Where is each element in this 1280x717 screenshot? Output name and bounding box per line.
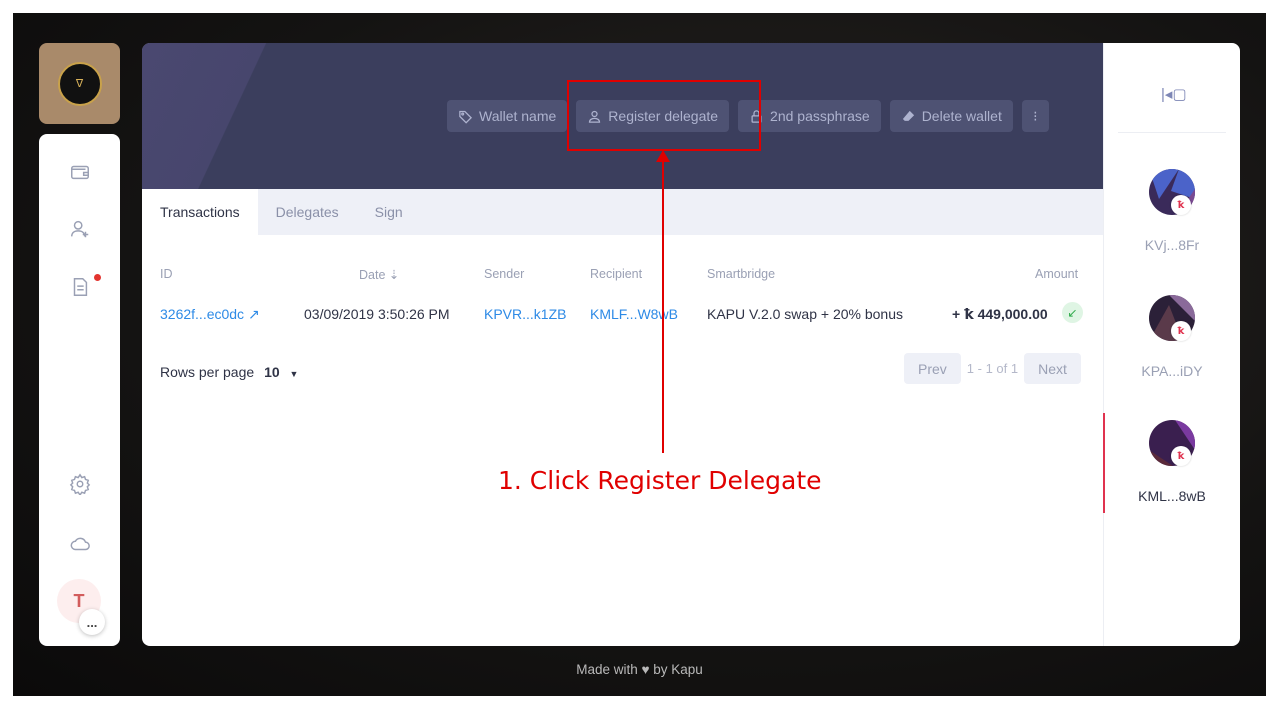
external-link-icon: ↗: [247, 306, 260, 322]
tag-icon: [459, 110, 473, 124]
add-contact-icon[interactable]: [39, 209, 120, 249]
collapse-sidebar-icon[interactable]: |◂▢: [1161, 85, 1187, 103]
sidebar-nav: T ...: [39, 134, 120, 646]
wallet-item-kvj[interactable]: ꝁ KVj...8Fr: [1104, 169, 1240, 253]
kapu-logo-emblem: ᐁ: [57, 61, 102, 106]
sort-desc-icon: ⇣: [388, 268, 400, 282]
rows-per-page-label: Rows per page: [160, 364, 255, 380]
eraser-icon: [902, 110, 914, 121]
more-dots-icon: ⁝: [1033, 107, 1038, 124]
rows-per-page[interactable]: Rows per page 10 ▼: [160, 364, 298, 380]
wallet-icon[interactable]: [39, 152, 120, 192]
wallet-item-kml[interactable]: ꝁ KML...8wB: [1104, 420, 1240, 504]
annotation-arrow-line: [662, 160, 664, 453]
settings-gear-icon[interactable]: [39, 464, 120, 504]
kapu-badge-icon: ꝁ: [1171, 321, 1191, 341]
cloud-icon[interactable]: [39, 524, 120, 564]
profile-more-button[interactable]: ...: [79, 609, 105, 635]
incoming-arrow-icon: ↙: [1062, 302, 1083, 323]
caret-down-icon: ▼: [289, 369, 299, 379]
footer: Made with ♥ by Kapu: [576, 662, 703, 677]
transaction-date: 03/09/2019 3:50:26 PM: [304, 306, 450, 322]
tab-delegates[interactable]: Delegates: [258, 189, 357, 235]
prev-page-button[interactable]: Prev: [904, 353, 961, 384]
wallet-name-label: Wallet name: [479, 108, 557, 124]
wallet-tabs: Transactions Delegates Sign: [142, 189, 1103, 235]
column-id[interactable]: ID: [160, 267, 173, 281]
wallet-name: KML...8wB: [1138, 488, 1206, 504]
transaction-recipient-link[interactable]: KMLF...W8wB: [590, 306, 678, 322]
heading-decoration: [142, 43, 280, 189]
kapu-badge-icon: ꝁ: [1171, 446, 1191, 466]
transaction-sender-link[interactable]: KPVR...k1ZB: [484, 306, 566, 322]
tab-transactions[interactable]: Transactions: [142, 189, 258, 235]
column-amount[interactable]: Amount: [1035, 267, 1078, 281]
kapu-badge-icon: ꝁ: [1171, 195, 1191, 215]
page-info: 1 - 1 of 1: [966, 361, 1019, 376]
notification-dot: [94, 274, 101, 281]
transaction-id-link[interactable]: 3262f...ec0dc ↗: [160, 306, 260, 323]
annotation-highlight-box: [567, 80, 761, 151]
pagination: Prev 1 - 1 of 1 Next: [904, 353, 1081, 384]
tab-sign[interactable]: Sign: [357, 189, 421, 235]
column-date[interactable]: Date ⇣: [359, 267, 399, 282]
next-page-button[interactable]: Next: [1024, 353, 1081, 384]
annotation-text: 1. Click Register Delegate: [498, 466, 822, 495]
second-passphrase-label: 2nd passphrase: [770, 108, 870, 124]
transaction-smartbridge: KAPU V.2.0 swap + 20% bonus: [707, 306, 903, 322]
wallet-name: KVj...8Fr: [1144, 237, 1200, 253]
document-icon[interactable]: [39, 267, 120, 307]
wallet-item-kpa[interactable]: ꝁ KPA...iDY: [1104, 295, 1240, 379]
wallet-name-button[interactable]: Wallet name: [447, 100, 568, 132]
more-options-button[interactable]: ⁝: [1021, 100, 1049, 132]
column-sender[interactable]: Sender: [484, 267, 524, 281]
transaction-amount: + ꝁ 449,000.00: [952, 306, 1048, 322]
delete-wallet-button[interactable]: Delete wallet: [889, 100, 1013, 132]
divider: [1118, 132, 1226, 133]
wallet-name: KPA...iDY: [1141, 363, 1203, 379]
kapu-logo[interactable]: ᐁ: [39, 43, 120, 124]
delete-wallet-label: Delete wallet: [921, 108, 1002, 124]
rows-per-page-value: 10: [264, 364, 280, 380]
wallet-switcher: |◂▢ ꝁ KVj...8Fr ꝁ KPA...iDY ꝁ KML...8wB: [1103, 43, 1240, 646]
column-recipient[interactable]: Recipient: [590, 267, 642, 281]
column-smartbridge[interactable]: Smartbridge: [707, 267, 775, 281]
